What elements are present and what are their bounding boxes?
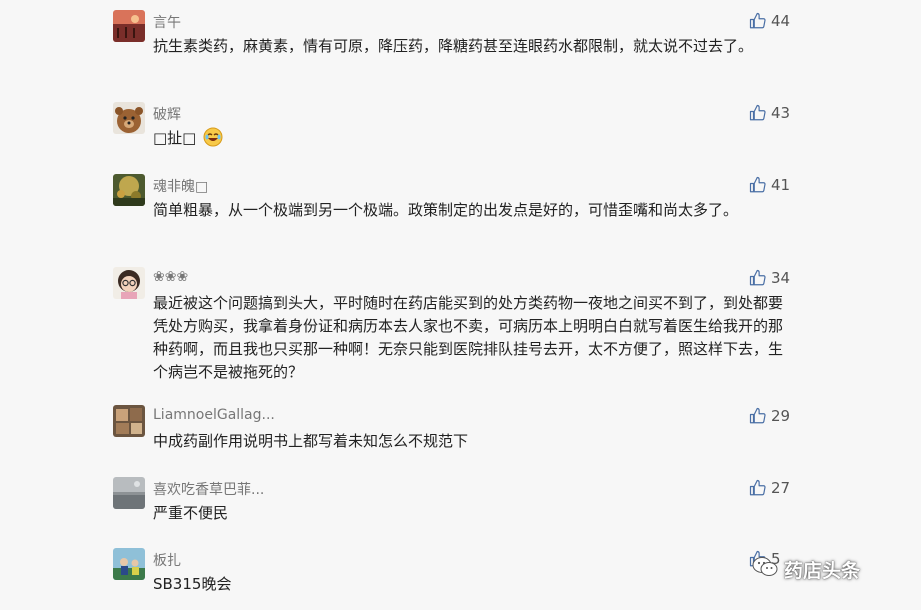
like-button[interactable]: 27	[749, 477, 790, 499]
username[interactable]: LiamnoelGallag...	[153, 407, 275, 423]
comment-text: SB315晚会	[153, 575, 232, 593]
like-count: 29	[771, 407, 791, 425]
avatar[interactable]	[113, 10, 145, 42]
username[interactable]: 板扎	[153, 550, 181, 570]
comment-text: 中成药副作用说明书上都写着未知怎么不规范下	[153, 432, 469, 450]
username[interactable]: 破辉	[153, 104, 181, 124]
like-button[interactable]: 34	[749, 267, 790, 289]
like-count: 43	[771, 104, 791, 122]
comment-text: 严重不便民	[153, 504, 229, 522]
avatar[interactable]	[113, 267, 145, 299]
avatar[interactable]	[113, 174, 145, 206]
wechat-icon	[752, 556, 778, 583]
comment-text: □扯□	[153, 127, 793, 154]
like-button[interactable]: 44	[749, 10, 790, 32]
thumbs-up-icon	[749, 12, 766, 29]
like-button[interactable]: 29	[749, 405, 790, 427]
thumbs-up-icon	[749, 176, 766, 193]
like-count: 34	[771, 269, 791, 287]
watermark: 药店头条	[752, 556, 860, 583]
thumbs-up-icon	[749, 269, 766, 286]
username[interactable]: 言午	[153, 12, 181, 32]
like-count: 27	[771, 479, 791, 497]
comment-text: 最近被这个问题搞到头大，平时随时在药店能买到的处方类药物一夜地之间买不到了，到处…	[153, 294, 784, 381]
username[interactable]: 魂非魄□	[153, 176, 208, 196]
thumbs-up-icon	[749, 479, 766, 496]
avatar[interactable]	[113, 405, 145, 437]
username[interactable]: ❀❀❀	[153, 269, 188, 285]
laughing-emoji-icon	[203, 127, 223, 154]
like-count: 44	[771, 12, 791, 30]
watermark-label: 药店头条	[784, 560, 861, 582]
like-count: 41	[771, 176, 791, 194]
comment-text: 抗生素类药，麻黄素，情有可原，降压药，降糖药甚至连眼药水都限制，就太说不过去了。	[153, 37, 754, 55]
like-button[interactable]: 41	[749, 174, 790, 196]
comment-text-content: □扯□	[153, 129, 197, 147]
avatar[interactable]	[113, 548, 145, 580]
like-button[interactable]: 43	[749, 102, 790, 124]
thumbs-up-icon	[749, 407, 766, 424]
avatar[interactable]	[113, 102, 145, 134]
username[interactable]: 喜欢吃香草巴菲...	[153, 479, 264, 499]
avatar[interactable]	[113, 477, 145, 509]
comment-text: 简单粗暴，从一个极端到另一个极端。政策制定的出发点是好的，可惜歪嘴和尚太多了。	[153, 201, 739, 219]
thumbs-up-icon	[749, 104, 766, 121]
